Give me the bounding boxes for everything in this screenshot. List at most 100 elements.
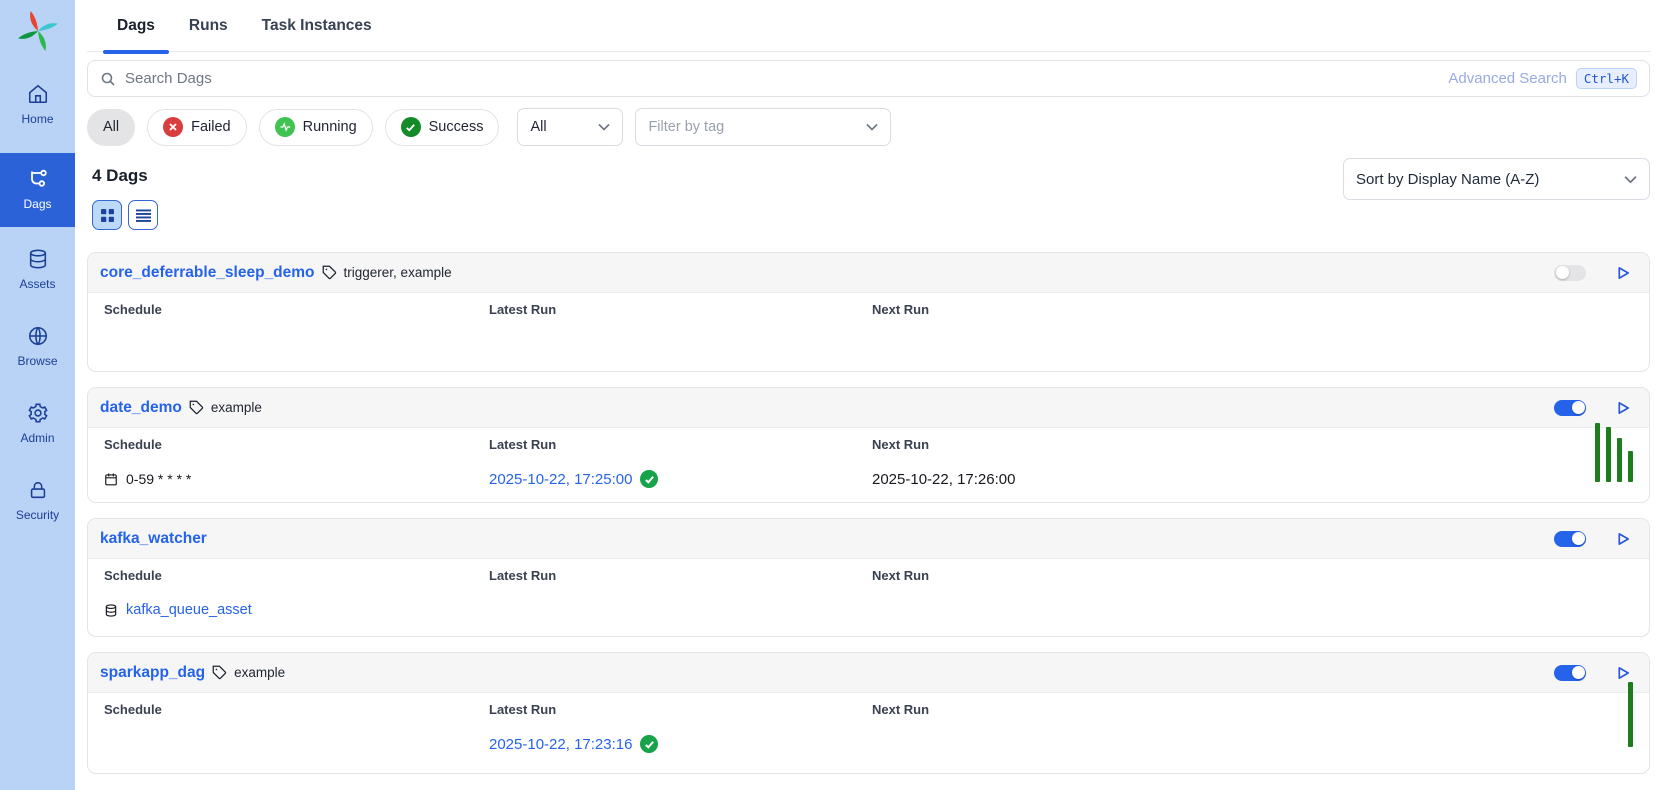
- trigger-dag-button[interactable]: [1613, 529, 1633, 549]
- dag-name-link[interactable]: kafka_watcher: [100, 530, 207, 548]
- sidebar-item-label: Assets: [19, 277, 55, 291]
- tab-dags[interactable]: Dags: [103, 0, 169, 52]
- latest-run-column: Latest Run 2025-10-22, 17:23:16: [489, 702, 872, 755]
- toggle-knob: [1572, 532, 1585, 545]
- sidebar-item-label: Browse: [17, 354, 57, 368]
- recent-run-bar[interactable]: [1606, 427, 1611, 482]
- sidebar-item-assets[interactable]: Assets: [0, 236, 75, 304]
- recent-runs-bars: [1628, 682, 1633, 747]
- play-icon: [1616, 531, 1631, 547]
- assets-icon: [27, 248, 49, 270]
- state-filter-chips: All Failed Running Success All Filter by…: [87, 108, 891, 146]
- success-badge: [640, 470, 658, 488]
- search-input[interactable]: [125, 70, 1439, 87]
- recent-run-bar[interactable]: [1628, 682, 1633, 747]
- view-toggle-group: [92, 200, 158, 230]
- tag-icon: [322, 265, 337, 280]
- next-run-column: Next Run2025-10-22, 17:26:00: [872, 437, 1633, 490]
- tag-filter-placeholder: Filter by tag: [648, 119, 858, 135]
- schedule-column: Schedule 0-59 * * * *: [104, 437, 489, 490]
- tab-task-instances[interactable]: Task Instances: [248, 0, 386, 52]
- schedule-asset-link[interactable]: kafka_queue_asset: [126, 602, 252, 618]
- tabbar: Dags Runs Task Instances: [87, 0, 1650, 52]
- dag-card-body: ScheduleLatest RunNext Run: [88, 293, 1649, 355]
- sidebar-item-label: Dags: [23, 197, 51, 211]
- chip-label: Success: [429, 119, 484, 135]
- next-run-column-value: 2025-10-22, 17:26:00: [872, 468, 1633, 490]
- chevron-down-icon: [866, 123, 878, 131]
- calendar-icon: [104, 472, 118, 486]
- latest-run-column-label: Latest Run: [489, 437, 872, 452]
- schedule-column: Schedule: [104, 302, 489, 355]
- schedule-column-label: Schedule: [104, 437, 489, 452]
- chip-running[interactable]: Running: [259, 109, 373, 146]
- sidebar-item-security[interactable]: Security: [0, 467, 75, 535]
- toggle-knob: [1572, 666, 1585, 679]
- dag-tags: example: [211, 400, 262, 415]
- sidebar-item-browse[interactable]: Browse: [0, 313, 75, 381]
- dag-pause-toggle[interactable]: [1554, 400, 1586, 416]
- card-view-button[interactable]: [92, 200, 122, 230]
- play-icon: [1616, 265, 1631, 281]
- sidebar: Home Dags Assets Browse Admin: [0, 0, 75, 790]
- dag-card: sparkapp_dagexampleScheduleLatest Run202…: [87, 652, 1650, 774]
- latest-run-column-label: Latest Run: [489, 302, 872, 317]
- search-bar: Advanced Search Ctrl+K: [87, 60, 1650, 97]
- recent-run-bar[interactable]: [1595, 423, 1600, 482]
- shortcut-kbd: Ctrl+K: [1576, 68, 1637, 89]
- state-select[interactable]: All: [517, 108, 623, 146]
- recent-run-bar[interactable]: [1617, 438, 1622, 482]
- check-icon: [644, 474, 655, 485]
- dag-tags: example: [234, 665, 285, 680]
- latest-run-link[interactable]: 2025-10-22, 17:25:00: [489, 471, 632, 488]
- dag-name-link[interactable]: date_demo: [100, 399, 182, 417]
- dag-card-body: Schedule 0-59 * * * * Latest Run 2025-10-22…: [88, 428, 1649, 490]
- play-icon: [1616, 665, 1631, 681]
- latest-run-column-value: 2025-10-22, 17:25:00: [489, 468, 872, 490]
- latest-run-column-value: 2025-10-22, 17:23:16: [489, 733, 872, 755]
- latest-run-link[interactable]: 2025-10-22, 17:23:16: [489, 736, 632, 753]
- latest-run-column-label: Latest Run: [489, 702, 872, 717]
- dag-card-body: ScheduleLatest Run2025-10-22, 17:23:16Ne…: [88, 693, 1649, 755]
- sidebar-item-dags[interactable]: Dags: [0, 153, 75, 227]
- schedule-column-value: 0-59 * * * *: [104, 468, 489, 490]
- next-run-column-label: Next Run: [872, 568, 1633, 583]
- toggle-knob: [1556, 266, 1569, 279]
- chip-success[interactable]: Success: [385, 109, 500, 146]
- dag-card-header: kafka_watcher: [88, 519, 1649, 559]
- dag-card: date_demoexampleSchedule0-59 * * * *Late…: [87, 387, 1650, 503]
- chevron-down-icon: [598, 123, 610, 131]
- dag-name-link[interactable]: sparkapp_dag: [100, 664, 205, 682]
- dag-pause-toggle[interactable]: [1554, 665, 1586, 681]
- latest-run-column: Latest Run 2025-10-22, 17:25:00: [489, 437, 872, 490]
- tag-filter-select[interactable]: Filter by tag: [635, 108, 891, 146]
- asset-icon: [104, 603, 118, 618]
- advanced-search-link[interactable]: Advanced Search: [1448, 70, 1566, 87]
- tab-runs[interactable]: Runs: [175, 0, 242, 52]
- dag-card-body: Schedulekafka_queue_assetLatest RunNext …: [88, 559, 1649, 621]
- recent-run-bar[interactable]: [1628, 451, 1633, 482]
- latest-run-column-value: [489, 333, 872, 355]
- state-select-value: All: [530, 119, 590, 135]
- trigger-dag-button[interactable]: [1613, 263, 1633, 283]
- list-view-button[interactable]: [128, 200, 158, 230]
- dag-pause-toggle[interactable]: [1554, 531, 1586, 547]
- dags-icon: [27, 168, 49, 190]
- trigger-dag-button[interactable]: [1613, 663, 1633, 683]
- next-run-column-value: [872, 333, 1633, 355]
- latest-run-column: Latest Run: [489, 302, 872, 355]
- dag-count-heading: 4 Dags: [92, 166, 148, 186]
- chip-all[interactable]: All: [87, 109, 135, 146]
- schedule-column-value: kafka_queue_asset: [104, 599, 489, 621]
- dag-card-columns: Schedulekafka_queue_assetLatest RunNext …: [88, 559, 1649, 621]
- latest-run-column-value: [489, 599, 872, 621]
- tag-icon: [212, 665, 227, 680]
- dag-name-link[interactable]: core_deferrable_sleep_demo: [100, 264, 315, 282]
- chip-failed[interactable]: Failed: [147, 109, 247, 146]
- sidebar-item-home[interactable]: Home: [0, 71, 75, 139]
- sidebar-item-admin[interactable]: Admin: [0, 390, 75, 458]
- trigger-dag-button[interactable]: [1613, 398, 1633, 418]
- sort-select[interactable]: Sort by Display Name (A-Z): [1343, 158, 1650, 200]
- airflow-logo[interactable]: [0, 0, 75, 62]
- dag-pause-toggle[interactable]: [1554, 265, 1586, 281]
